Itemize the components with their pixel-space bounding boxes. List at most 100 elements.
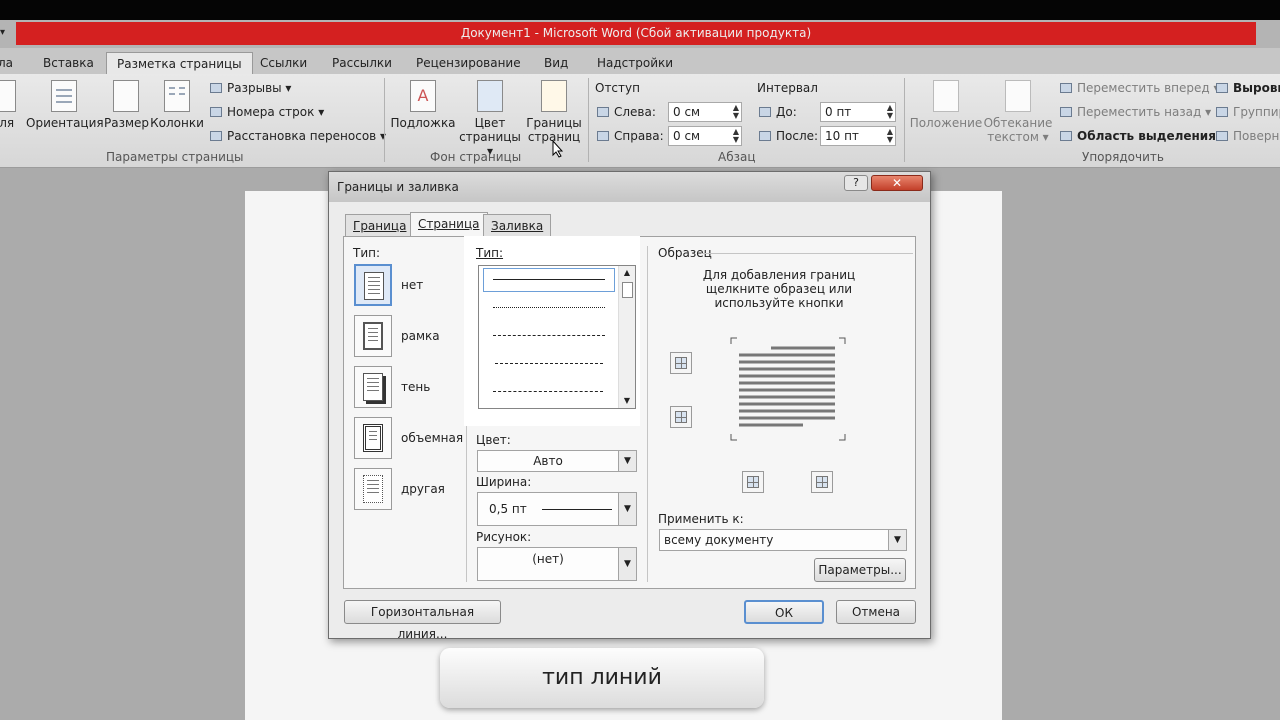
apply-to-dropdown[interactable]: всему документу ▼ bbox=[659, 529, 907, 551]
position-button[interactable]: Положение bbox=[908, 80, 984, 130]
tab-page-layout[interactable]: Разметка страницы bbox=[106, 52, 253, 74]
cancel-button[interactable]: Отмена bbox=[836, 600, 916, 624]
columns-icon bbox=[164, 80, 190, 112]
quick-access-dropdown-icon[interactable]: ▾ bbox=[0, 24, 14, 42]
indent-right-label: Справа: bbox=[597, 128, 664, 144]
watermark-button[interactable]: A Подложка bbox=[390, 80, 456, 130]
tab-mailings[interactable]: Рассылки bbox=[322, 52, 402, 74]
art-dropdown[interactable]: (нет) ▼ bbox=[477, 547, 637, 581]
indent-label: Отступ bbox=[595, 81, 640, 95]
page-borders-icon bbox=[541, 80, 567, 112]
selection-pane-button[interactable]: Область выделения bbox=[1060, 128, 1216, 144]
spacing-after-input[interactable]: 10 пт ▲ ▼ bbox=[820, 126, 896, 146]
tab-insert[interactable]: Вставка bbox=[33, 52, 104, 74]
bring-forward-button[interactable]: Переместить вперед ▾ bbox=[1060, 80, 1220, 96]
setting-shadow-label: тень bbox=[401, 380, 431, 394]
options-button[interactable]: Параметры... bbox=[814, 558, 906, 582]
line-style-scrollbar[interactable]: ▲ ▼ bbox=[618, 266, 635, 408]
tab-page-border[interactable]: Страница bbox=[410, 212, 488, 237]
line-dashed-large[interactable] bbox=[495, 363, 603, 364]
group-objects-button[interactable]: Группир bbox=[1216, 104, 1280, 120]
tab-borders[interactable]: Граница bbox=[345, 214, 415, 236]
chevron-down-icon[interactable]: ▼ bbox=[618, 451, 636, 471]
page-size-icon bbox=[113, 80, 139, 112]
breaks-button[interactable]: Разрывы ▾ bbox=[210, 80, 291, 96]
scroll-thumb[interactable] bbox=[621, 282, 633, 298]
bottom-border-button[interactable] bbox=[670, 406, 692, 428]
spin-arrows-icon[interactable]: ▲ ▼ bbox=[733, 128, 739, 144]
chevron-down-icon[interactable]: ▼ bbox=[618, 548, 636, 580]
line-style-selection[interactable] bbox=[483, 268, 615, 292]
horizontal-line-button[interactable]: Горизонтальная линия... bbox=[344, 600, 501, 641]
tab-review[interactable]: Рецензирование bbox=[406, 52, 531, 74]
line-solid[interactable] bbox=[493, 279, 605, 280]
scroll-up-icon[interactable]: ▲ bbox=[619, 266, 635, 280]
line-dotted[interactable] bbox=[493, 307, 605, 308]
help-icon[interactable]: ? bbox=[844, 175, 868, 191]
dialog-title: Границы и заливка bbox=[329, 172, 930, 202]
align-icon bbox=[1216, 83, 1228, 93]
color-dropdown[interactable]: Авто ▼ bbox=[477, 450, 637, 472]
close-icon[interactable]: ✕ bbox=[871, 175, 923, 191]
tab-addins[interactable]: Надстройки bbox=[587, 52, 683, 74]
setting-3d-button[interactable] bbox=[354, 417, 392, 459]
indent-right-input[interactable]: 0 см ▲ ▼ bbox=[668, 126, 742, 146]
top-border-button[interactable] bbox=[670, 352, 692, 374]
page-borders-button[interactable]: Границы страниц bbox=[524, 80, 584, 144]
tab-home-partial[interactable]: ла bbox=[0, 52, 23, 74]
preview-sample[interactable] bbox=[727, 336, 849, 444]
spin-arrows-icon[interactable]: ▲ ▼ bbox=[887, 128, 893, 144]
align-button[interactable]: Выровн bbox=[1216, 80, 1280, 96]
setting-custom-label: другая bbox=[401, 482, 445, 496]
page-setup-group-label: Параметры страницы bbox=[106, 150, 244, 164]
width-label: Ширина: bbox=[476, 475, 532, 489]
chevron-down-icon[interactable]: ▼ bbox=[888, 530, 906, 550]
tab-view[interactable]: Вид bbox=[534, 52, 578, 74]
spacing-before-input[interactable]: 0 пт ▲ ▼ bbox=[820, 102, 896, 122]
right-border-icon bbox=[816, 476, 828, 488]
setting-box-button[interactable] bbox=[354, 315, 392, 357]
line-style-label: Тип: bbox=[476, 246, 504, 260]
setting-none-button[interactable] bbox=[354, 264, 392, 306]
columns-button[interactable]: Колонки bbox=[150, 80, 204, 130]
hyphenation-button[interactable]: Расстановка переносов ▾ bbox=[210, 128, 386, 144]
title-bar: Документ1 - Microsoft Word (Сбой активац… bbox=[0, 20, 1280, 48]
margins-button[interactable]: оля bbox=[0, 80, 18, 130]
preview-hint-line-3: используйте кнопки bbox=[714, 296, 844, 310]
setting-custom-button[interactable] bbox=[354, 468, 392, 510]
line-numbers-button[interactable]: Номера строк ▾ bbox=[210, 104, 324, 120]
position-icon bbox=[933, 80, 959, 112]
page-color-icon bbox=[477, 80, 503, 112]
width-sample-line bbox=[542, 509, 612, 510]
page-none-icon bbox=[364, 272, 384, 300]
mouse-cursor-icon bbox=[552, 140, 564, 158]
page-shadow-icon bbox=[363, 373, 383, 401]
tab-shading[interactable]: Заливка bbox=[483, 214, 552, 236]
indent-left-label: Слева: bbox=[597, 104, 656, 120]
send-backward-button[interactable]: Переместить назад ▾ bbox=[1060, 104, 1211, 120]
ribbon-tab-bar: ла Вставка Разметка страницы Ссылки Расс… bbox=[0, 48, 1280, 74]
line-dashed-small[interactable] bbox=[493, 335, 605, 336]
scroll-down-icon[interactable]: ▼ bbox=[619, 394, 635, 408]
page-color-button[interactable]: Цвет страницы ▾ bbox=[456, 80, 524, 158]
right-border-button[interactable] bbox=[811, 471, 833, 493]
ok-button[interactable]: ОК bbox=[744, 600, 824, 624]
tab-references[interactable]: Ссылки bbox=[250, 52, 317, 74]
color-label: Цвет: bbox=[476, 433, 511, 447]
size-button[interactable]: Размер bbox=[104, 80, 149, 130]
line-dash-dot[interactable] bbox=[493, 391, 603, 392]
line-style-list[interactable]: ▲ ▼ bbox=[478, 265, 636, 409]
orientation-button[interactable]: Ориентация bbox=[26, 80, 104, 130]
spin-arrows-icon[interactable]: ▲ ▼ bbox=[887, 104, 893, 120]
paragraph-group-label: Абзац bbox=[718, 150, 756, 164]
rotate-button[interactable]: Поверн bbox=[1216, 128, 1279, 144]
width-dropdown[interactable]: 0,5 пт ▼ bbox=[477, 492, 637, 526]
left-border-button[interactable] bbox=[742, 471, 764, 493]
indent-left-input[interactable]: 0 см ▲ ▼ bbox=[668, 102, 742, 122]
breaks-icon bbox=[210, 83, 222, 93]
spin-arrows-icon[interactable]: ▲ ▼ bbox=[733, 104, 739, 120]
setting-shadow-button[interactable] bbox=[354, 366, 392, 408]
send-backward-icon bbox=[1060, 107, 1072, 117]
wrap-text-button[interactable]: Обтекание текстом ▾ bbox=[982, 80, 1054, 144]
chevron-down-icon[interactable]: ▼ bbox=[618, 493, 636, 525]
